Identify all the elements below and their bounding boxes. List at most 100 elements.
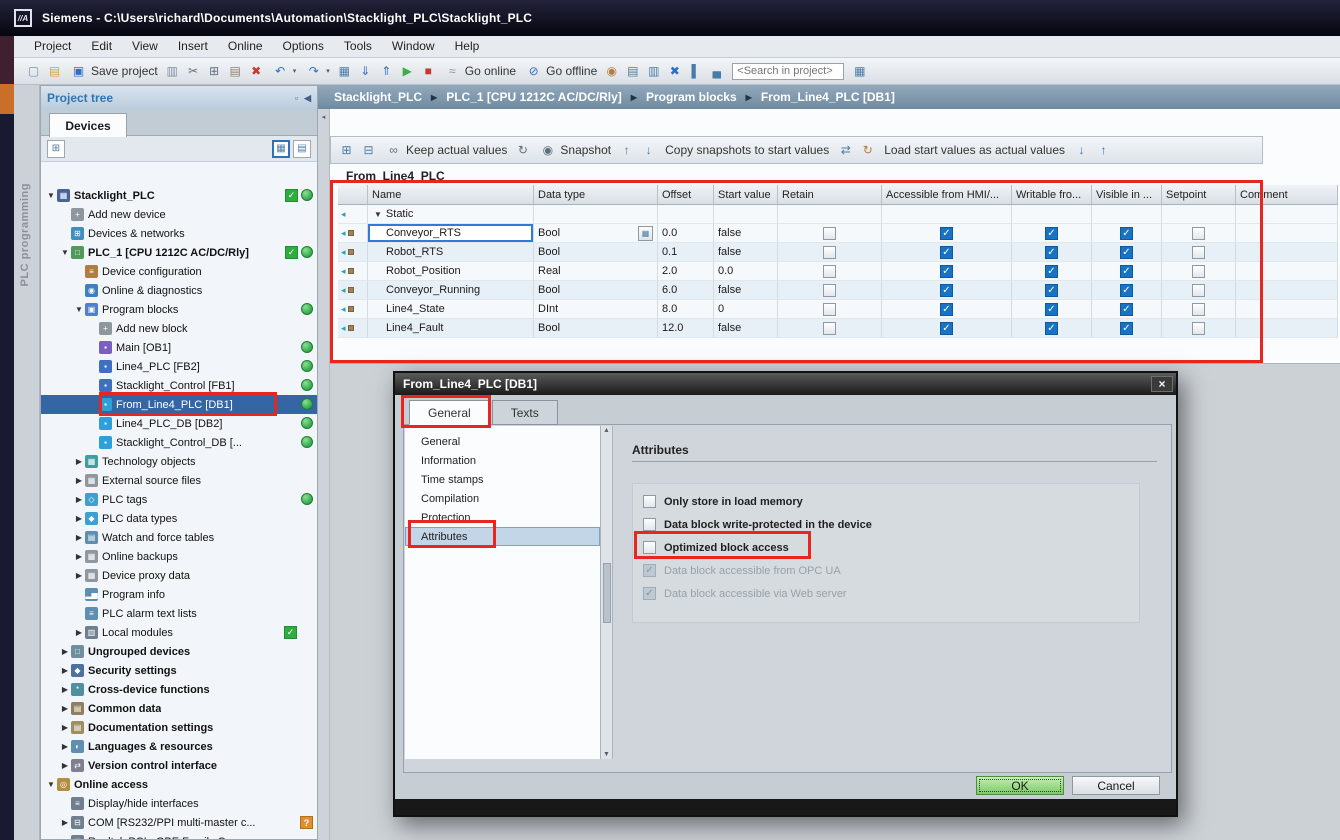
table-row-conveyor-running[interactable]: ◂Conveyor_RunningBool6.0false✓✓✓ [338,281,1338,300]
snapshot-icon[interactable]: ◉ [538,141,557,160]
cell-name[interactable]: Conveyor_Running [368,281,534,300]
tree-item-plc-alarm-text-lists[interactable]: ≡PLC alarm text lists [41,604,317,623]
tree-item-documentation-settings[interactable]: ▶▤Documentation settings [41,718,317,737]
accessible-from-hmi-checkbox[interactable]: ✓ [940,303,953,316]
accessible-from-hmi-checkbox[interactable]: ✓ [940,284,953,297]
tree-item-languages-resources[interactable]: ▶◐Languages & resources [41,737,317,756]
tree-collapse-arrow[interactable]: ▼ [45,780,57,789]
writable-from-hmi-checkbox[interactable]: ✓ [1045,303,1058,316]
breadcrumb-item-plc-1-cpu-1212c-ac-dc-rly[interactable]: PLC_1 [CPU 1212C AC/DC/Rly] [444,90,624,104]
setpoint-checkbox[interactable] [1192,246,1205,259]
menu-tools[interactable]: Tools [334,36,382,57]
setpoint-checkbox[interactable] [1192,284,1205,297]
cell-name[interactable]: Robot_RTS [368,243,534,262]
tree-item-version-control-interface[interactable]: ▶⇄Version control interface [41,756,317,775]
cell-start-value[interactable]: false [714,319,778,338]
tree-expand-arrow[interactable]: ▶ [59,761,71,770]
cell-start-value[interactable]: 0.0 [714,262,778,281]
tree-item-stacklight-plc[interactable]: ▼▦Stacklight_PLC✓ [41,186,317,205]
load-up-icon[interactable]: ↑ [1094,141,1113,160]
writable-from-hmi-checkbox[interactable]: ✓ [1045,322,1058,335]
cell-comment[interactable] [1236,300,1338,319]
data-type-picker-button[interactable]: ▦ [638,226,653,241]
open-project-icon[interactable]: ▤ [45,62,64,81]
cell-name[interactable]: Line4_State [368,300,534,319]
go-offline-button[interactable]: ⊘Go offline [521,62,600,81]
column-header-start-value[interactable]: Start value [714,185,778,205]
maximize-panel-icon[interactable]: ▫ [295,93,298,104]
cell-data-type[interactable]: Bool▦ [534,224,658,243]
panel-splitter[interactable]: ◂ [318,109,330,840]
retain-checkbox[interactable] [823,284,836,297]
dialog-nav-protection[interactable]: Protection [405,508,600,527]
tree-item-online-backups[interactable]: ▶▦Online backups [41,547,317,566]
tree-item-from-line4-plc-db1[interactable]: ▪From_Line4_PLC [DB1] [41,395,317,414]
column-header-offset[interactable]: Offset [658,185,714,205]
menu-view[interactable]: View [122,36,168,57]
copy-snapshots-to-start-label[interactable]: Copy snapshots to start values [661,143,833,157]
dialog-nav-time-stamps[interactable]: Time stamps [405,470,600,489]
visible-in-hmi-checkbox[interactable]: ✓ [1120,322,1133,335]
cell-comment[interactable] [1236,281,1338,300]
option-only-store-in-load-memory[interactable]: Only store in load memory [643,490,1129,513]
tree-collapse-arrow[interactable]: ▼ [59,248,71,257]
scroll-down-icon[interactable]: ▼ [603,751,610,758]
new-project-icon[interactable]: ▢ [24,62,43,81]
tree-item-devices-networks[interactable]: ⊞Devices & networks [41,224,317,243]
split-editor-horizontal-icon[interactable]: ▄ [707,62,726,81]
paste-icon[interactable]: ▤ [226,62,245,81]
save-project-button[interactable]: ▣Save project [66,62,161,81]
split-editor-vertical-icon[interactable]: ▌ [686,62,705,81]
column-header-setpoint[interactable]: Setpoint [1162,185,1236,205]
tree-expand-arrow[interactable]: ▶ [59,723,71,732]
overview-icon[interactable]: ▤ [293,140,311,158]
tree-item-plc-1-cpu-1212c-ac-dc-rly[interactable]: ▼□PLC_1 [CPU 1212C AC/DC/Rly]✓ [41,243,317,262]
menu-options[interactable]: Options [273,36,334,57]
tree-item-plc-data-types[interactable]: ▶◆PLC data types [41,509,317,528]
tree-expand-arrow[interactable]: ▶ [73,571,85,580]
setpoint-checkbox[interactable] [1192,265,1205,278]
cut-icon[interactable]: ✂ [184,62,203,81]
tree-item-device-proxy-data[interactable]: ▶▦Device proxy data [41,566,317,585]
visible-in-hmi-checkbox[interactable]: ✓ [1120,246,1133,259]
dialog-tab-texts[interactable]: Texts [492,400,558,425]
tree-sort-icon[interactable]: ⊞ [47,140,65,158]
compile-icon[interactable]: ▦ [335,62,354,81]
tree-expand-arrow[interactable]: ▶ [73,514,85,523]
cell-start-value[interactable]: false [714,243,778,262]
menu-insert[interactable]: Insert [168,36,218,57]
writable-from-hmi-checkbox[interactable]: ✓ [1045,227,1058,240]
ok-button[interactable]: OK [976,776,1064,795]
details-view-icon[interactable]: ▦ [272,140,290,158]
cell-data-type[interactable]: Bool [534,243,658,262]
menu-project[interactable]: Project [24,36,81,57]
option-data-block-write-protected-in-the-device[interactable]: Data block write-protected in the device [643,513,1129,536]
column-header-comment[interactable]: Comment [1236,185,1338,205]
search-input[interactable] [732,63,844,80]
option-data-block-accessible-via-web-server[interactable]: ✓Data block accessible via Web server [643,582,1129,605]
table-row-conveyor-rts[interactable]: ◂Conveyor_RTSBool▦0.0false✓✓✓ [338,224,1338,243]
tree-item-device-configuration[interactable]: ≡Device configuration [41,262,317,281]
cross-references-icon[interactable]: ▤ [623,62,642,81]
tree-expand-arrow[interactable]: ▶ [73,628,85,637]
accessible-devices-icon[interactable]: ✖ [665,62,684,81]
tree-item-line4-plc-db-db2[interactable]: ▪Line4_PLC_DB [DB2] [41,414,317,433]
dialog-nav-compilation[interactable]: Compilation [405,489,600,508]
setpoint-checkbox[interactable] [1192,322,1205,335]
table-row-line4-state[interactable]: ◂Line4_StateDInt8.00✓✓✓ [338,300,1338,319]
dialog-nav-general[interactable]: General [405,432,600,451]
tree-expand-arrow[interactable]: ▶ [59,685,71,694]
undo-button[interactable]: ↶▾ [268,62,300,81]
cell-data-type[interactable]: Real [534,262,658,281]
cell-start-value[interactable]: false [714,224,778,243]
scroll-up-icon[interactable]: ▲ [603,427,610,434]
cell-name[interactable]: Conveyor_RTS [368,224,534,243]
save-project-icon[interactable]: ▣ [69,62,88,81]
cell-comment[interactable] [1236,319,1338,338]
dialog-nav-information[interactable]: Information [405,451,600,470]
keep-actual-values-button[interactable]: ∞Keep actual values [381,141,510,160]
close-icon[interactable]: × [1151,376,1173,392]
tree-item-common-data[interactable]: ▶▤Common data [41,699,317,718]
tree-item-local-modules[interactable]: ▶▥Local modules✓ [41,623,317,642]
go-online-button[interactable]: ≈Go online [440,62,519,81]
